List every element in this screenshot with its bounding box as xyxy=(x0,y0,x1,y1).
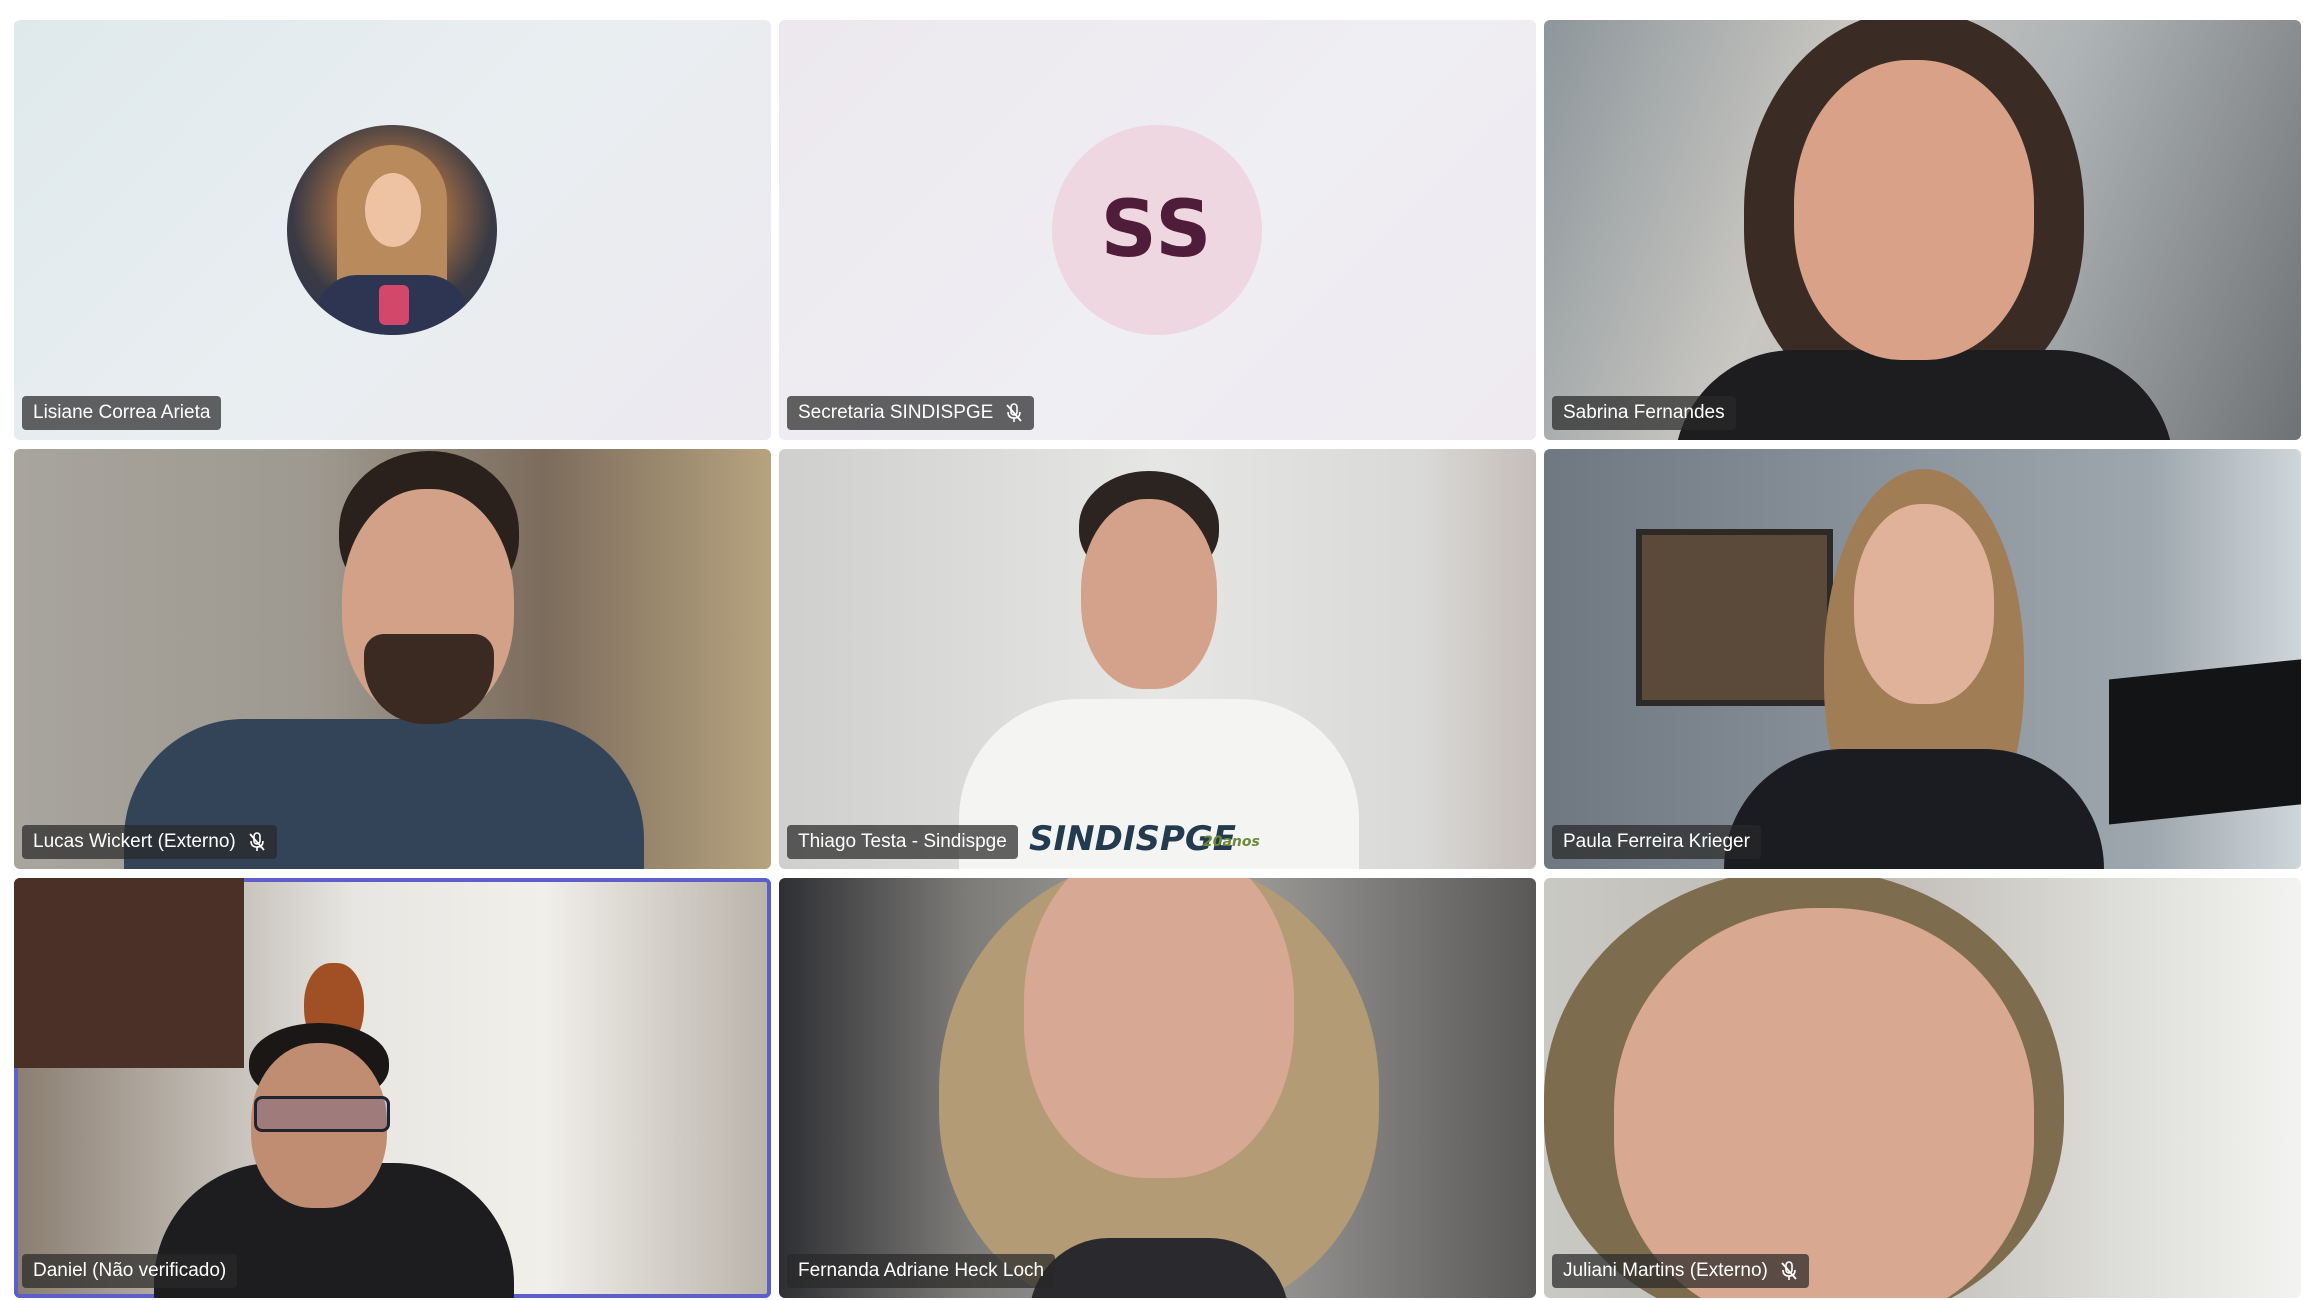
participant-tile-paula[interactable]: Paula Ferreira Krieger xyxy=(1544,449,2301,869)
participant-name-label: Daniel (Não verificado) xyxy=(22,1254,238,1288)
participant-name: Thiago Testa - Sindispge xyxy=(798,831,1007,852)
participant-name-label: Secretaria SINDISPGE xyxy=(787,396,1035,430)
participant-name-label: Lisiane Correa Arieta xyxy=(22,396,222,430)
participant-video xyxy=(1694,449,2134,869)
participant-video xyxy=(1544,878,2144,1298)
participant-name: Secretaria SINDISPGE xyxy=(798,402,994,423)
participant-name: Juliani Martins (Externo) xyxy=(1563,1260,1768,1281)
microphone-off-icon xyxy=(1006,403,1023,422)
participant-video xyxy=(124,449,644,869)
participant-tile-juliani[interactable]: Juliani Martins (Externo) xyxy=(1544,878,2301,1298)
participant-name-label: Lucas Wickert (Externo) xyxy=(22,825,277,859)
participant-name-label: Sabrina Fernandes xyxy=(1552,396,1736,430)
participant-tile-lisiane[interactable]: Lisiane Correa Arieta xyxy=(14,20,771,440)
participant-video xyxy=(849,878,1469,1298)
participant-name: Fernanda Adriane Heck Loch xyxy=(798,1260,1045,1281)
participant-tile-thiago[interactable]: SINDISPGE 20anos Thiago Testa - Sindispg… xyxy=(779,449,1536,869)
participant-tile-daniel[interactable]: Daniel (Não verificado) xyxy=(14,878,771,1298)
video-grid: Lisiane Correa Arieta SS Secretaria SIND… xyxy=(14,20,2303,1300)
participant-tile-lucas[interactable]: Lucas Wickert (Externo) xyxy=(14,449,771,869)
participant-avatar-initials: SS xyxy=(1052,125,1262,335)
participant-tile-sabrina[interactable]: Sabrina Fernandes xyxy=(1544,20,2301,440)
eyeglasses xyxy=(254,1096,390,1132)
participant-name-label: Fernanda Adriane Heck Loch xyxy=(787,1254,1056,1288)
microphone-off-icon xyxy=(249,832,265,851)
monitor xyxy=(2109,658,2301,825)
participant-name-label: Juliani Martins (Externo) xyxy=(1552,1254,1809,1288)
shirt-logo-badge: 20anos xyxy=(1203,834,1260,850)
participant-video xyxy=(134,878,534,1298)
participant-name: Sabrina Fernandes xyxy=(1563,402,1725,423)
participant-name: Paula Ferreira Krieger xyxy=(1563,831,1750,852)
participant-tile-secretaria[interactable]: SS Secretaria SINDISPGE xyxy=(779,20,1536,440)
participant-name: Lisiane Correa Arieta xyxy=(33,402,211,423)
participant-name: Daniel (Não verificado) xyxy=(33,1260,227,1281)
participant-name-label: Paula Ferreira Krieger xyxy=(1552,825,1761,859)
participant-video xyxy=(1654,20,2194,440)
participant-name-label: Thiago Testa - Sindispge xyxy=(787,825,1018,859)
participant-avatar-photo xyxy=(287,125,497,335)
microphone-off-icon xyxy=(1781,1261,1797,1280)
participant-video xyxy=(929,449,1389,869)
participant-name: Lucas Wickert (Externo) xyxy=(33,831,236,852)
participant-tile-fernanda[interactable]: Fernanda Adriane Heck Loch xyxy=(779,878,1536,1298)
